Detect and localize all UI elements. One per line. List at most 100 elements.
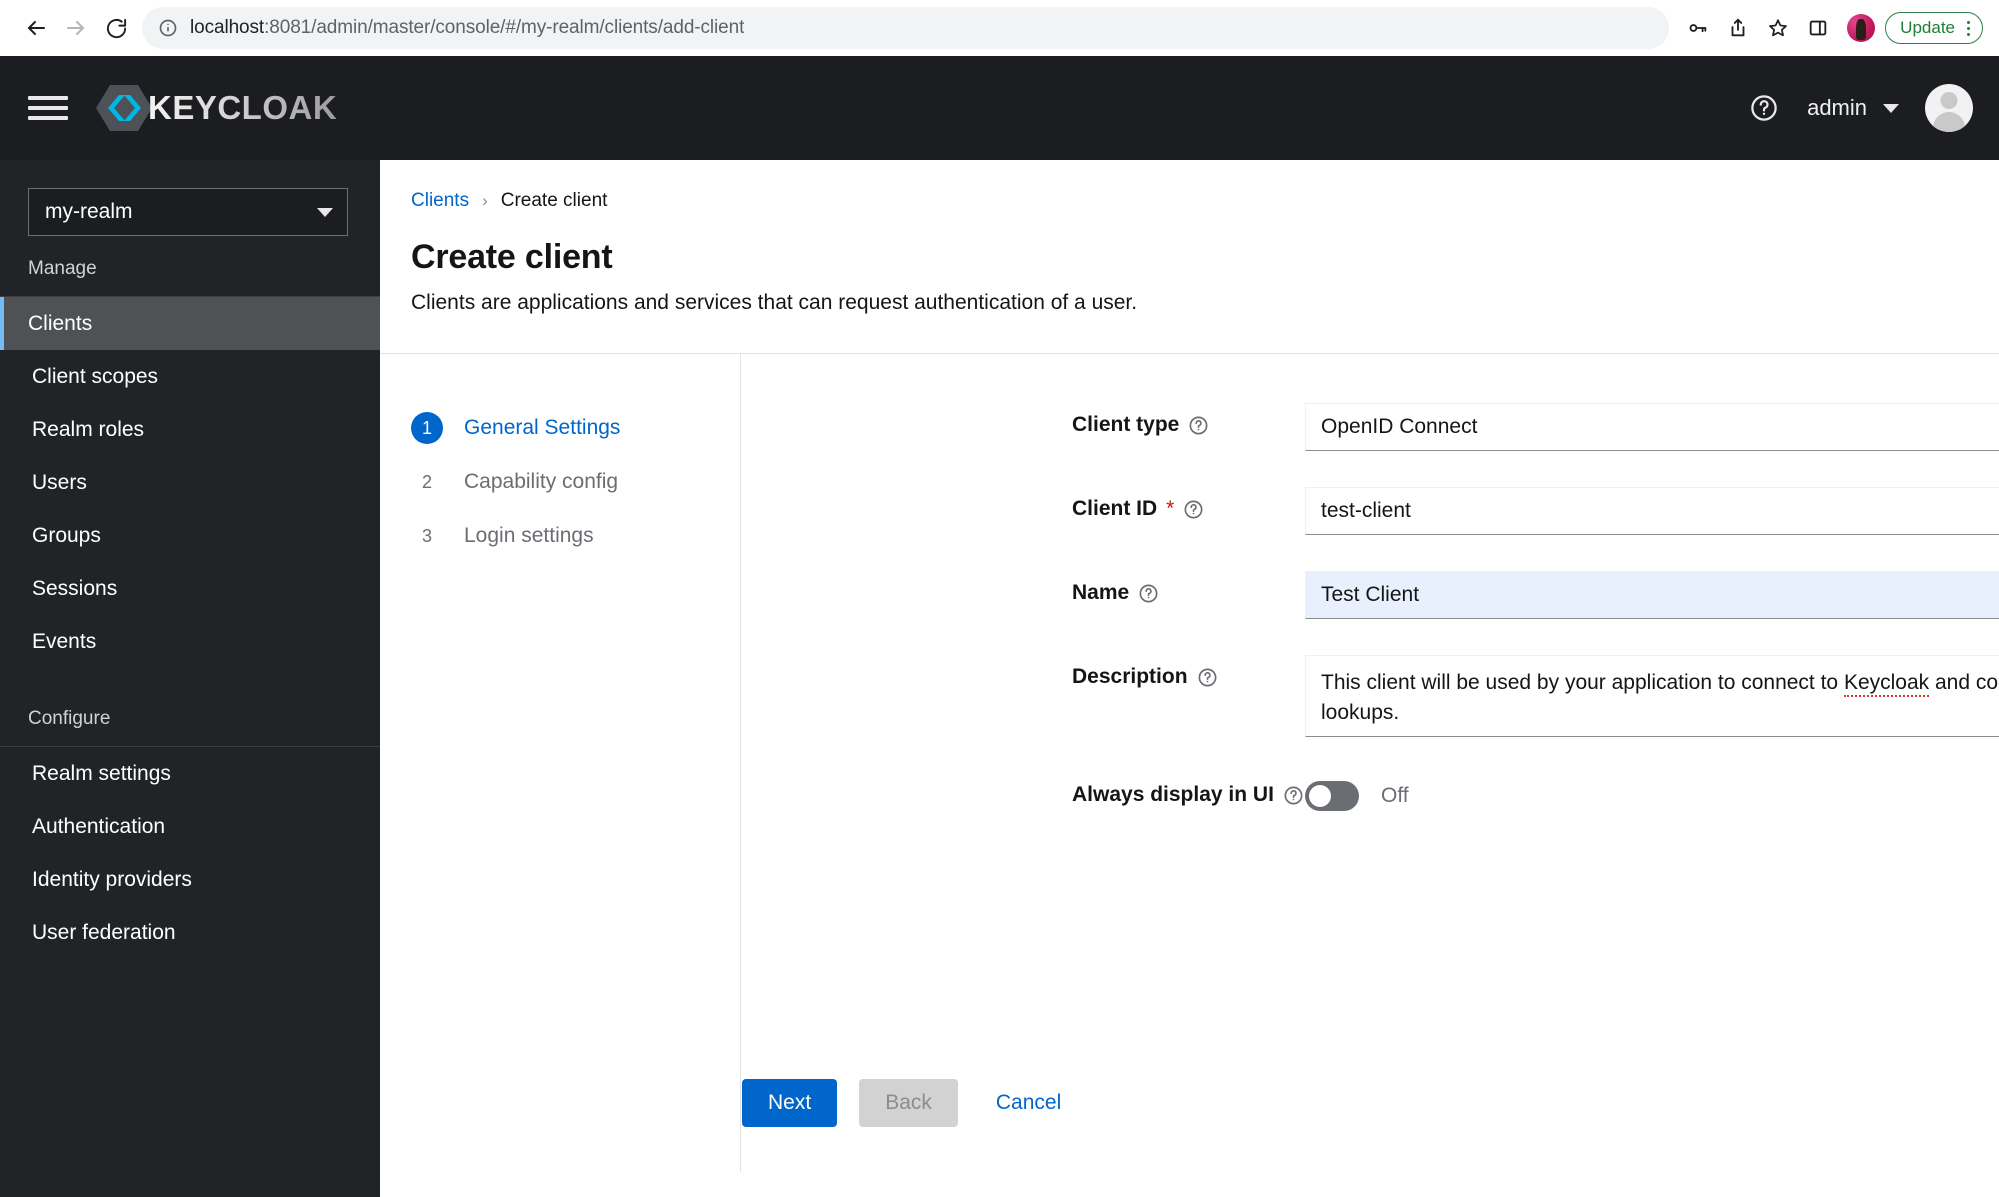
back-button[interactable]: Back (859, 1079, 958, 1127)
site-info-icon[interactable] (158, 18, 178, 38)
breadcrumb-link-clients[interactable]: Clients (411, 190, 469, 212)
nav-section-manage-title: Manage (28, 258, 97, 279)
help-question-icon[interactable] (1747, 91, 1781, 125)
required-marker: * (1166, 497, 1175, 520)
client-id-value: test-client (1321, 499, 1411, 522)
sidebar-item-realm-settings[interactable]: Realm settings (0, 747, 380, 800)
sidebar-item-identity-providers[interactable]: Identity providers (0, 853, 380, 906)
client-type-select[interactable]: OpenID Connect (1305, 403, 1999, 451)
chevron-down-icon (317, 207, 333, 217)
step-label: Capability config (464, 470, 619, 493)
client-type-label: Client type (1072, 413, 1180, 436)
sidebar-item-label: User federation (32, 920, 176, 944)
client-type-value: OpenID Connect (1321, 415, 1478, 438)
description-label: Description (1072, 665, 1188, 688)
back-arrow-icon[interactable] (16, 8, 56, 48)
field-row-always-display: Always display in UI Off (1072, 773, 1999, 811)
name-input[interactable]: Test Client (1305, 571, 1999, 619)
forward-arrow-icon[interactable] (56, 8, 96, 48)
browser-toolbar-icons: Update (1679, 9, 1983, 47)
keycloak-masthead: KEYCLOAK admin (0, 56, 1999, 160)
nav-section-configure-title: Configure (28, 708, 111, 729)
wizard-actions: Next Back Cancel (380, 847, 1999, 1127)
step-number: 1 (411, 412, 443, 444)
sidebar-item-user-federation[interactable]: User federation (0, 906, 380, 959)
page-subtitle: Clients are applications and services th… (411, 291, 1138, 314)
description-control: This client will be used by your applica… (1305, 655, 1999, 737)
wizard-step-general-settings[interactable]: 1 General Settings (411, 401, 710, 455)
always-display-label: Always display in UI (1072, 783, 1274, 806)
always-display-toggle[interactable] (1305, 781, 1359, 811)
sidebar-item-clients[interactable]: Clients (0, 297, 380, 350)
field-row-client-id: Client ID * test-client (1072, 487, 1999, 535)
sidebar-item-groups[interactable]: Groups (0, 509, 380, 562)
sidebar-item-label: Realm settings (32, 761, 171, 785)
description-label-group: Description (1072, 655, 1305, 689)
share-icon[interactable] (1719, 9, 1757, 47)
realm-selector-value: my-realm (45, 200, 133, 223)
bookmark-star-icon[interactable] (1759, 9, 1797, 47)
client-id-input[interactable]: test-client (1305, 487, 1999, 535)
client-id-control: test-client (1305, 487, 1999, 535)
field-row-client-type: Client type OpenID Connect (1072, 403, 1999, 451)
browser-toolbar: localhost:8081/admin/master/console/#/my… (0, 0, 1999, 56)
chrome-profile-avatar[interactable] (1847, 14, 1876, 42)
client-type-control: OpenID Connect (1305, 403, 1999, 451)
wizard-step-capability-config[interactable]: 2 Capability config (411, 455, 710, 509)
sidebar-item-label: Realm roles (32, 417, 145, 441)
sidebar-item-authentication[interactable]: Authentication (0, 800, 380, 853)
page-title: Create client (411, 238, 613, 276)
breadcrumb: Clients › Create client (380, 160, 1999, 212)
client-id-label: Client ID (1072, 497, 1158, 520)
wizard: 1 General Settings 2 Capability config 3… (380, 354, 1999, 1172)
sidebar-item-users[interactable]: Users (0, 456, 380, 509)
description-textarea[interactable]: This client will be used by your applica… (1305, 655, 1999, 737)
sidebar: my-realm Manage Clients Client scopes Re… (0, 160, 380, 1197)
user-avatar[interactable] (1925, 84, 1973, 132)
url-text: localhost:8081/admin/master/console/#/my… (190, 17, 744, 39)
help-question-icon[interactable] (1188, 415, 1209, 436)
sidebar-item-label: Clients (28, 311, 93, 335)
sidebar-item-client-scopes[interactable]: Client scopes (0, 350, 380, 403)
always-display-control: Off (1305, 773, 1999, 811)
user-dropdown[interactable]: admin (1807, 95, 1899, 121)
realm-selector[interactable]: my-realm (28, 188, 348, 236)
side-panel-icon[interactable] (1799, 9, 1837, 47)
next-button[interactable]: Next (742, 1079, 838, 1127)
masthead-right: admin (1747, 84, 1973, 132)
sidebar-item-label: Groups (32, 523, 101, 547)
field-row-name: Name Test Client (1072, 571, 1999, 619)
hamburger-menu-icon[interactable] (28, 96, 68, 120)
sidebar-item-label: Client scopes (32, 364, 159, 388)
step-number: 2 (421, 471, 432, 492)
kebab-menu-icon[interactable] (1961, 20, 1976, 36)
help-question-icon[interactable] (1283, 785, 1304, 806)
name-value: Test Client (1321, 583, 1420, 606)
always-display-label-group: Always display in UI (1072, 773, 1305, 807)
sidebar-item-sessions[interactable]: Sessions (0, 562, 380, 615)
client-id-label-group: Client ID * (1072, 487, 1305, 521)
breadcrumb-current: Create client (500, 190, 608, 211)
help-question-icon[interactable] (1183, 499, 1204, 520)
update-button[interactable]: Update (1885, 12, 1983, 44)
always-display-state: Off (1381, 784, 1409, 807)
key-icon[interactable] (1679, 9, 1717, 47)
description-text-part1: This client will be used by your applica… (1321, 671, 1844, 694)
sidebar-item-label: Sessions (32, 576, 118, 600)
help-question-icon[interactable] (1138, 583, 1159, 604)
help-question-icon[interactable] (1197, 667, 1218, 688)
toggle-knob (1309, 785, 1331, 807)
description-misspelled-word: Keycloak (1843, 671, 1930, 697)
reload-icon[interactable] (96, 8, 136, 48)
wizard-step-login-settings[interactable]: 3 Login settings (411, 509, 710, 563)
sidebar-item-label: Events (32, 629, 97, 653)
step-label: General Settings (464, 416, 621, 439)
field-row-description: Description This client will be used by … (1072, 655, 1999, 737)
general-settings-form: Client type OpenID Connect Client ID * t… (710, 401, 1999, 847)
cancel-button[interactable]: Cancel (980, 1079, 1077, 1127)
sidebar-item-events[interactable]: Events (0, 615, 380, 668)
sidebar-item-realm-roles[interactable]: Realm roles (0, 403, 380, 456)
keycloak-logo[interactable]: KEYCLOAK (96, 83, 337, 133)
address-bar[interactable]: localhost:8081/admin/master/console/#/my… (142, 7, 1670, 49)
